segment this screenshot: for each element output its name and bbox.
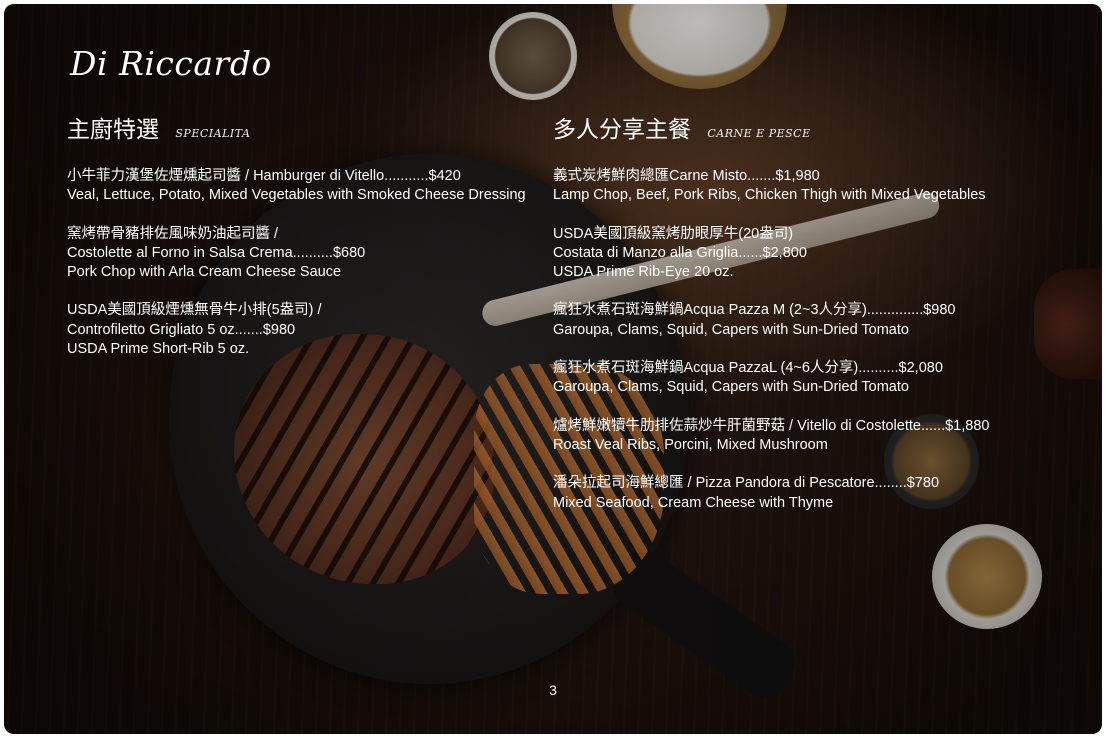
menu-item-list: 義式炭烤鮮肉總匯Carne Misto.......$1,980 Lamp Cho… bbox=[553, 167, 1073, 513]
menu-item-line: Controfiletto Grigliato 5 oz.......$980 bbox=[67, 321, 296, 338]
section-title: 主廚特選 bbox=[67, 116, 159, 142]
menu-item-line: Lamp Chop, Beef, Pork Ribs, Chicken Thig… bbox=[553, 187, 986, 204]
menu-item-list: 小牛菲力漢堡佐煙燻起司醬 / Hamburger di Vitello.....… bbox=[67, 167, 527, 359]
menu-item-line: Garoupa, Clams, Squid, Capers with Sun-D… bbox=[553, 379, 909, 396]
section-subtitle: CARNE E PESCE bbox=[707, 127, 811, 140]
menu-item-line: 瘋狂水煮石斑海鮮鍋Acqua PazzaL (4~6人分享)..........… bbox=[553, 360, 943, 377]
menu-item-line: Costolette al Forno in Salsa Crema......… bbox=[67, 244, 366, 261]
menu-item-line: USDA Prime Rib-Eye 20 oz. bbox=[553, 264, 734, 281]
menu-item-line: USDA美國頂級煙燻無骨牛小排(5盎司) / bbox=[67, 302, 322, 319]
menu-item: USDA美國頂級窯烤肋眼厚牛(20盎司) Costata di Manzo all… bbox=[553, 225, 1073, 283]
section-title: 多人分享主餐 bbox=[553, 116, 691, 142]
menu-item-line: Pork Chop with Arla Cream Cheese Sauce bbox=[67, 264, 342, 281]
menu-item-line: Mixed Seafood, Cream Cheese with Thyme bbox=[553, 494, 834, 511]
carne-e-pesce-section: 多人分享主餐 CARNE E PESCE 義式炭烤鮮肉總匯Carne Misto… bbox=[553, 114, 1073, 532]
menu-item: 瘋狂水煮石斑海鮮鍋Acqua PazzaL (4~6人分享)..........… bbox=[553, 359, 1073, 398]
menu-item-line: Costata di Manzo alla Griglia......$2,80… bbox=[553, 244, 807, 261]
menu-item-line: 小牛菲力漢堡佐煙燻起司醬 / Hamburger di Vitello.....… bbox=[67, 168, 461, 184]
menu-item-line: 爐烤鮮嫩犢牛肋排佐蒜炒牛肝菌野菇 / Vitello di Costolette… bbox=[553, 417, 990, 434]
section-heading: 主廚特選 SPECIALITA bbox=[67, 114, 527, 149]
menu-item-line: 潘朵拉起司海鮮總匯 / Pizza Pandora di Pescatore..… bbox=[553, 475, 940, 492]
section-subtitle: SPECIALITA bbox=[175, 127, 251, 140]
page-number: 3 bbox=[549, 682, 557, 698]
brand-logo: Di Riccardo bbox=[70, 44, 272, 83]
menu-item-line: USDA Prime Short-Rib 5 oz. bbox=[67, 341, 250, 358]
menu-item: USDA美國頂級煙燻無骨牛小排(5盎司) / Controfiletto Grig… bbox=[67, 301, 527, 359]
menu-item-line: 義式炭烤鮮肉總匯Carne Misto.......$1,980 bbox=[553, 168, 820, 184]
menu-item-line: 窯烤帶骨豬排佐風味奶油起司醬 / bbox=[67, 225, 279, 242]
menu-item: 瘋狂水煮石斑海鮮鍋Acqua Pazza M (2~3人分享).........… bbox=[553, 301, 1073, 340]
menu-item: 窯烤帶骨豬排佐風味奶油起司醬 / Costolette al Forno in S… bbox=[67, 225, 527, 283]
menu-item: 小牛菲力漢堡佐煙燻起司醬 / Hamburger di Vitello.....… bbox=[67, 167, 527, 206]
menu-item-line: Garoupa, Clams, Squid, Capers with Sun-D… bbox=[553, 321, 909, 338]
menu-item: 潘朵拉起司海鮮總匯 / Pizza Pandora di Pescatore..… bbox=[553, 474, 1073, 513]
specialita-section: 主廚特選 SPECIALITA 小牛菲力漢堡佐煙燻起司醬 / Hamburger… bbox=[67, 114, 527, 378]
menu-item: 義式炭烤鮮肉總匯Carne Misto.......$1,980 Lamp Cho… bbox=[553, 167, 1073, 206]
menu-item-line: Veal, Lettuce, Potato, Mixed Vegetables … bbox=[67, 187, 526, 204]
menu-item-line: USDA美國頂級窯烤肋眼厚牛(20盎司) bbox=[553, 225, 794, 242]
menu-item: 爐烤鮮嫩犢牛肋排佐蒜炒牛肝菌野菇 / Vitello di Costolette… bbox=[553, 417, 1073, 456]
menu-item-line: 瘋狂水煮石斑海鮮鍋Acqua Pazza M (2~3人分享).........… bbox=[553, 302, 956, 319]
section-heading: 多人分享主餐 CARNE E PESCE bbox=[553, 114, 1073, 149]
menu-item-line: Roast Veal Ribs, Porcini, Mixed Mushroom bbox=[553, 436, 828, 453]
